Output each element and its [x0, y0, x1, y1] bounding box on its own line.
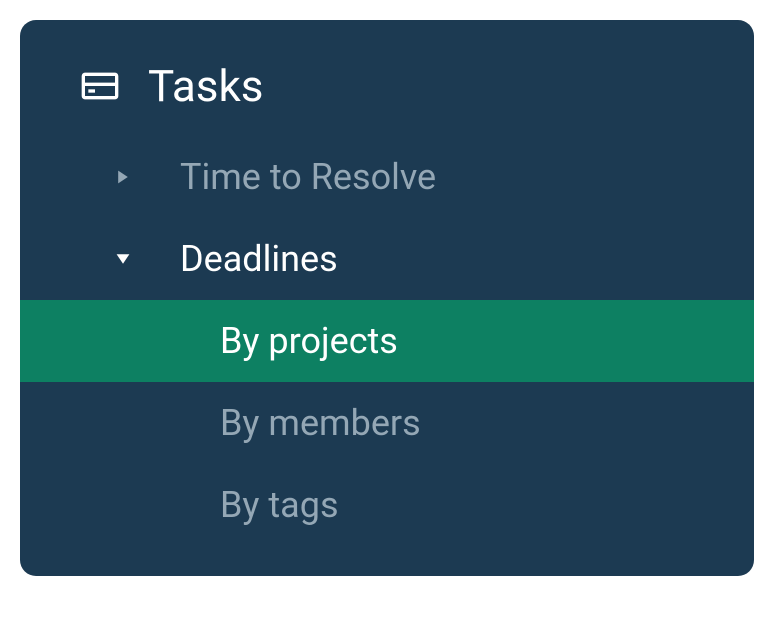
nav-item-by-projects[interactable]: By projects — [20, 300, 754, 382]
nav-item-label: By projects — [220, 320, 398, 362]
chevron-down-icon — [114, 250, 132, 268]
nav-item-time-to-resolve[interactable]: Time to Resolve — [20, 136, 754, 218]
tasks-icon — [80, 66, 120, 106]
sidebar-panel: Tasks Time to Resolve Deadlines By proje… — [20, 20, 754, 576]
nav-item-label: Time to Resolve — [180, 156, 436, 198]
nav-item-by-tags[interactable]: By tags — [20, 464, 754, 546]
nav-item-deadlines[interactable]: Deadlines — [20, 218, 754, 300]
nav-item-label: By tags — [220, 484, 339, 526]
nav-item-label: Deadlines — [180, 238, 338, 280]
nav-list: Time to Resolve Deadlines By projects By… — [20, 136, 754, 546]
chevron-right-icon — [114, 168, 132, 186]
section-header: Tasks — [20, 60, 754, 136]
nav-item-label: By members — [220, 402, 421, 444]
section-title: Tasks — [148, 60, 263, 112]
nav-item-by-members[interactable]: By members — [20, 382, 754, 464]
